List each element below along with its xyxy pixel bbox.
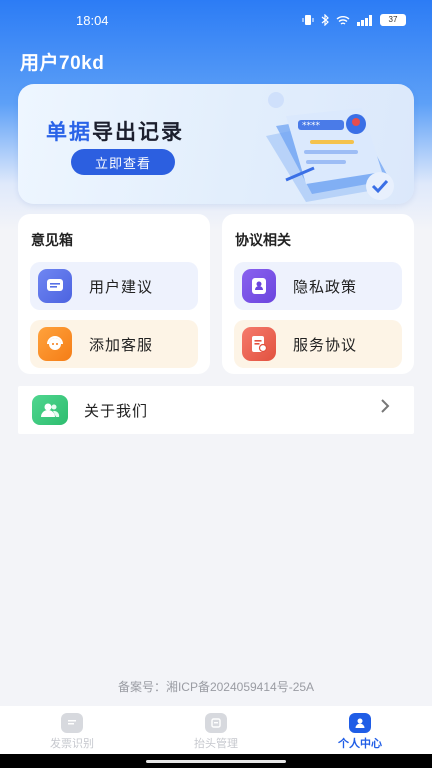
tab-personal-center[interactable]: 个人中心 bbox=[288, 706, 432, 754]
person-icon bbox=[349, 713, 371, 733]
feedback-card: 意见箱 用户建议 添加客服 bbox=[18, 214, 210, 374]
status-bar: 18:04 37 bbox=[0, 0, 432, 40]
feedback-card-title: 意见箱 bbox=[31, 232, 73, 248]
status-time: 18:04 bbox=[76, 12, 109, 28]
message-icon bbox=[38, 269, 72, 303]
user-name: 用户70kd bbox=[20, 53, 105, 74]
home-indicator[interactable] bbox=[146, 760, 286, 763]
chevron-right-icon bbox=[381, 399, 390, 413]
view-now-button[interactable]: 立即查看 bbox=[71, 149, 175, 175]
privacy-policy-item[interactable]: 隐私政策 bbox=[234, 262, 402, 310]
header-management-icon bbox=[205, 713, 227, 733]
about-us-label: 关于我们 bbox=[84, 402, 149, 420]
signal-icon bbox=[357, 14, 372, 26]
customer-service-icon bbox=[38, 327, 72, 361]
service-agreement-item[interactable]: 服务协议 bbox=[234, 320, 402, 368]
banner-title: 单据导出记录 bbox=[46, 121, 184, 144]
tab-invoice-recognition[interactable]: 发票识别 bbox=[0, 706, 144, 754]
agreement-icon bbox=[242, 327, 276, 361]
agreement-card: 协议相关 隐私政策 服务协议 bbox=[222, 214, 414, 374]
agreement-card-title: 协议相关 bbox=[235, 232, 291, 248]
tab-label: 个人中心 bbox=[338, 738, 382, 750]
tab-label: 抬头管理 bbox=[194, 738, 238, 750]
privacy-policy-label: 隐私政策 bbox=[293, 278, 358, 296]
user-suggestion-item[interactable]: 用户建议 bbox=[30, 262, 198, 310]
wifi-icon bbox=[336, 15, 350, 25]
vibrate-icon bbox=[302, 15, 314, 25]
service-agreement-label: 服务协议 bbox=[293, 336, 358, 354]
users-icon bbox=[32, 395, 68, 425]
privacy-icon bbox=[242, 269, 276, 303]
status-icons: 37 bbox=[302, 14, 406, 26]
user-suggestion-label: 用户建议 bbox=[89, 278, 154, 296]
export-records-banner[interactable]: 单据导出记录 立即查看 **** bbox=[18, 84, 414, 204]
bottom-tab-bar: 发票识别 抬头管理 个人中心 bbox=[0, 706, 432, 754]
bluetooth-icon bbox=[321, 14, 329, 26]
icp-record-number: 备案号：湘ICP备2024059414号-25A bbox=[117, 680, 315, 694]
invoice-icon bbox=[61, 713, 83, 733]
tab-header-management[interactable]: 抬头管理 bbox=[144, 706, 288, 754]
document-illustration-icon: **** bbox=[266, 92, 394, 202]
battery-icon: 37 bbox=[380, 14, 406, 26]
add-customer-service-item[interactable]: 添加客服 bbox=[30, 320, 198, 368]
svg-text:****: **** bbox=[302, 121, 321, 131]
about-us-row[interactable]: 关于我们 bbox=[18, 386, 414, 434]
add-customer-service-label: 添加客服 bbox=[89, 336, 154, 354]
tab-label: 发票识别 bbox=[50, 738, 94, 750]
